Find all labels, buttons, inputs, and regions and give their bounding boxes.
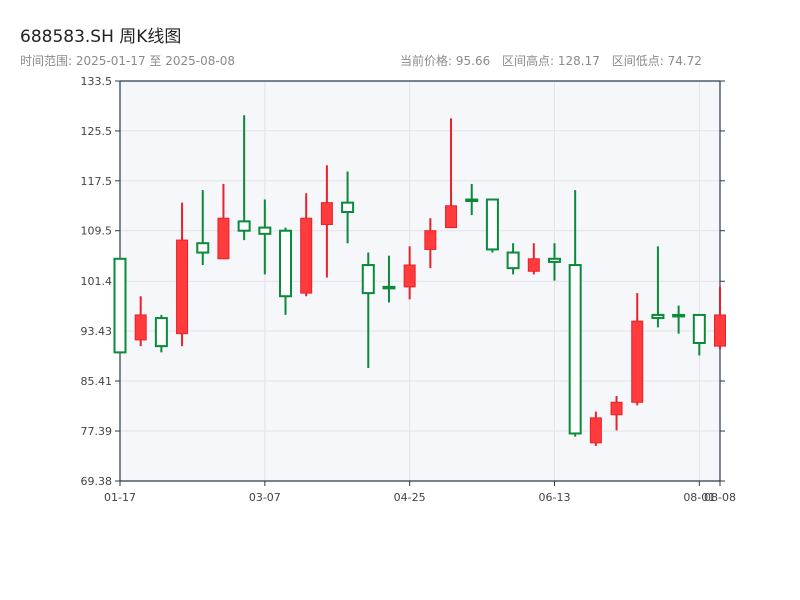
candle-body [237, 220, 251, 232]
candle-body [506, 251, 520, 270]
candle-body [589, 417, 602, 444]
x-tick-label: 08-08 [704, 491, 736, 504]
candle-body [382, 285, 396, 290]
y-tick-label: 109.5 [81, 225, 113, 238]
candle-body [341, 201, 355, 214]
y-tick-label: 101.4 [81, 275, 113, 288]
candle-body [527, 258, 540, 272]
candle-body [217, 217, 230, 260]
candle-body [196, 242, 210, 254]
candle-body [465, 198, 479, 203]
candle-body [610, 401, 623, 416]
candle-body [403, 264, 416, 288]
candle-body [568, 264, 582, 435]
candle-body [320, 202, 333, 225]
y-tick-label: 117.5 [81, 175, 113, 188]
candle-body [134, 314, 147, 341]
y-tick-label: 85.41 [81, 375, 113, 388]
y-tick-label: 125.5 [81, 125, 113, 138]
candlestick-chart: 69.38 77.39 85.41 93.43 101.4 109.5 117.5 125.5… [81, 75, 736, 504]
candle-body [258, 226, 272, 235]
candle-body [176, 239, 189, 335]
x-tick-label: 04-25 [394, 491, 426, 504]
candle-body [113, 257, 127, 354]
candle-body [279, 229, 293, 298]
candle-body [485, 198, 499, 251]
y-tick-label: 69.38 [81, 475, 113, 488]
candle-body [651, 313, 665, 320]
candle-body [361, 264, 375, 295]
x-tick-label: 06-13 [538, 491, 570, 504]
candle-body [692, 313, 706, 345]
candle-body [300, 217, 313, 294]
candle-body [547, 257, 561, 263]
candle-body [672, 313, 686, 318]
y-tick-label: 93.43 [81, 325, 113, 338]
candle-body [154, 317, 168, 348]
x-tick-label: 01-17 [104, 491, 136, 504]
candle-body [424, 230, 437, 250]
candle-body [445, 205, 458, 229]
y-tick-label: 77.39 [81, 425, 113, 438]
x-tick-label: 03-07 [249, 491, 281, 504]
candle-body [714, 314, 726, 347]
candle-body [631, 320, 644, 403]
y-tick-label: 133.5 [81, 75, 113, 88]
